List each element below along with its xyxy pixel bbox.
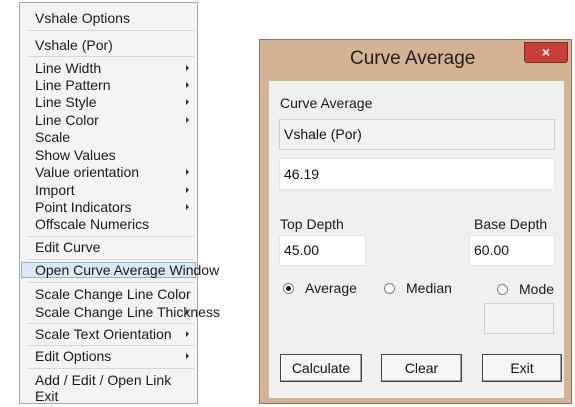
dialog-title: Curve Average — [350, 48, 476, 69]
submenu-arrow-icon — [186, 117, 189, 123]
menu-item-edit-curve[interactable]: Edit Curve — [21, 239, 196, 255]
menu-item-label: Scale Text Orientation — [35, 326, 172, 342]
submenu-arrow-icon — [186, 82, 189, 88]
menu-item-line-style[interactable]: Line Style — [21, 94, 196, 110]
submenu-arrow-icon — [186, 99, 189, 105]
mode-value-field — [484, 303, 554, 334]
menu-item-line-width[interactable]: Line Width — [21, 60, 196, 76]
menu-item-edit-options[interactable]: Edit Options — [21, 348, 196, 364]
submenu-arrow-icon — [186, 331, 189, 337]
menu-item-vshale-options[interactable]: Vshale Options — [21, 10, 196, 26]
menu-item-label: Value orientation — [35, 164, 140, 180]
submenu-arrow-icon — [186, 309, 189, 315]
menu-item-label: Exit — [35, 388, 59, 404]
base-depth-field[interactable]: 60.00 — [469, 235, 555, 266]
menu-item-line-pattern[interactable]: Line Pattern — [21, 77, 196, 93]
menu-item-label: Line Width — [35, 60, 102, 76]
exit-button[interactable]: Exit — [482, 354, 562, 382]
context-menu: Vshale Options Vshale (Por) Line Width L… — [19, 2, 220, 404]
menu-item-label: Edit Options — [35, 348, 112, 364]
menu-item-label: Import — [35, 182, 75, 198]
menu-item-label: Scale — [35, 129, 71, 145]
menu-item-label: Line Color — [35, 112, 99, 128]
submenu-arrow-icon — [186, 65, 189, 71]
clear-button[interactable]: Clear — [381, 354, 462, 382]
median-radio[interactable] — [384, 283, 395, 294]
menu-separator — [28, 236, 194, 237]
menu-item-scale-change-line-thickness[interactable]: Scale Change Line Thickness — [21, 304, 220, 320]
mode-radio-label[interactable]: Mode — [519, 281, 554, 297]
menu-separator — [28, 368, 194, 369]
menu-item-label: Vshale Options — [35, 10, 130, 26]
average-value-field[interactable]: 46.19 — [279, 158, 555, 190]
menu-separator — [28, 345, 194, 346]
menu-item-vshale-por[interactable]: Vshale (Por) — [21, 37, 196, 53]
submenu-arrow-icon — [186, 187, 189, 193]
top-depth-label: Top Depth — [280, 216, 344, 232]
menu-separator — [28, 282, 194, 283]
menu-item-label: Scale Change Line Thickness — [35, 304, 220, 320]
menu-item-scale-change-line-color[interactable]: Scale Change Line Color — [21, 286, 196, 302]
submenu-arrow-icon — [186, 204, 189, 210]
radio-selected-dot — [286, 286, 291, 291]
top-depth-field[interactable]: 45.00 — [279, 235, 366, 266]
title-bar[interactable]: Curve Average × — [260, 40, 571, 80]
menu-item-label: Edit Curve — [35, 239, 101, 255]
average-radio[interactable] — [283, 283, 294, 294]
average-radio-label[interactable]: Average — [305, 280, 357, 296]
curve-average-dialog: Curve Average × Curve Average Vshale (Po… — [259, 39, 572, 404]
calculate-button[interactable]: Calculate — [280, 354, 362, 382]
menu-item-import[interactable]: Import — [21, 182, 196, 198]
menu-item-point-indicators[interactable]: Point Indicators — [21, 199, 196, 215]
menu-item-label: Show Values — [35, 147, 116, 163]
curve-name-field: Vshale (Por) — [279, 119, 555, 150]
menu-separator — [28, 56, 194, 57]
menu-item-label: Open Curve Average Window — [35, 262, 220, 278]
menu-item-scale-text-orientation[interactable]: Scale Text Orientation — [21, 326, 196, 342]
menu-item-label: Point Indicators — [35, 199, 132, 215]
menu-item-label: Line Pattern — [35, 77, 111, 93]
menu-separator — [28, 30, 194, 31]
dialog-client-area: Curve Average Vshale (Por) 46.19 Top Dep… — [269, 81, 564, 398]
menu-item-label: Offscale Numerics — [35, 216, 150, 232]
menu-item-label: Scale Change Line Color — [35, 286, 191, 302]
menu-item-offscale-numerics[interactable]: Offscale Numerics — [21, 216, 196, 232]
menu-item-add-edit-open-link[interactable]: Add / Edit / Open Link — [21, 372, 196, 388]
menu-item-line-color[interactable]: Line Color — [21, 112, 196, 128]
close-icon: × — [541, 44, 551, 60]
median-radio-label[interactable]: Median — [406, 280, 452, 296]
base-depth-label: Base Depth — [474, 216, 548, 232]
menu-item-label: Vshale (Por) — [35, 37, 113, 53]
menu-item-label: Line Style — [35, 94, 97, 110]
submenu-arrow-icon — [186, 169, 189, 175]
menu-item-open-curve-average-window[interactable]: Open Curve Average Window — [21, 262, 219, 278]
menu-item-scale[interactable]: Scale — [21, 129, 196, 145]
mode-radio[interactable] — [497, 284, 508, 295]
menu-item-exit[interactable]: Exit — [21, 388, 196, 404]
menu-separator — [28, 259, 194, 260]
curve-average-label: Curve Average — [280, 95, 373, 111]
menu-item-label: Add / Edit / Open Link — [35, 372, 172, 388]
menu-item-value-orientation[interactable]: Value orientation — [21, 164, 196, 180]
close-button[interactable]: × — [524, 42, 568, 63]
menu-separator — [28, 323, 194, 324]
menu-item-show-values[interactable]: Show Values — [21, 147, 196, 163]
submenu-arrow-icon — [186, 353, 189, 359]
